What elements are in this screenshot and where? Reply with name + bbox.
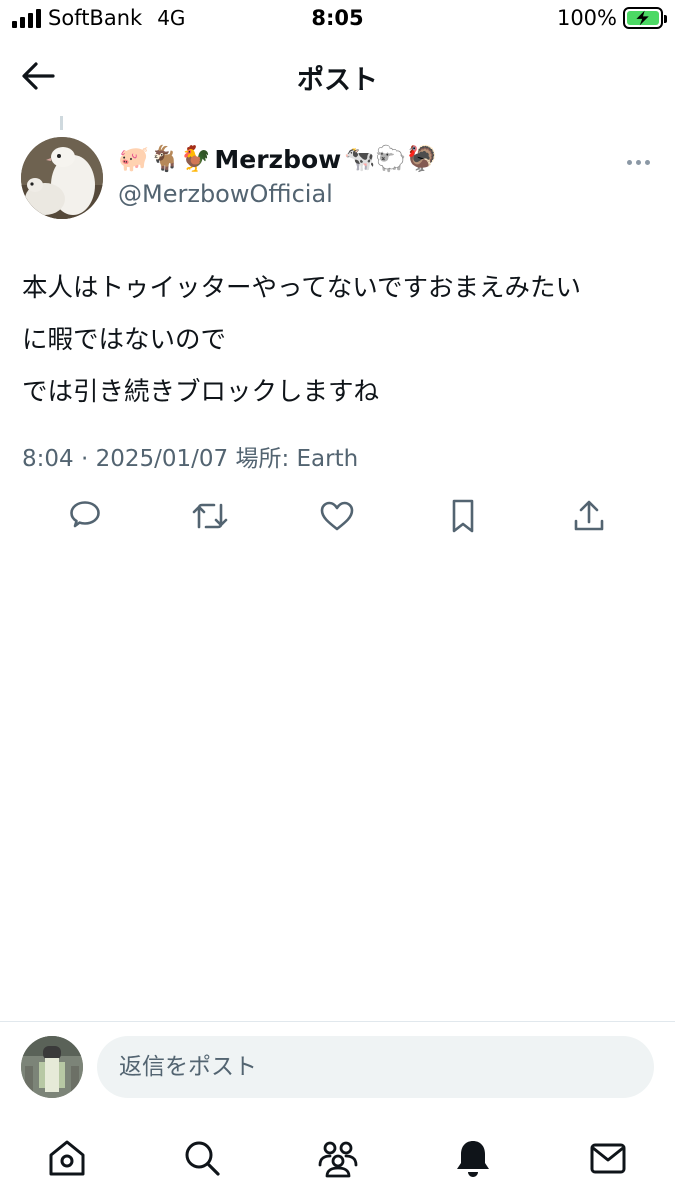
retweet-button[interactable] [188, 494, 232, 538]
like-icon [320, 501, 354, 531]
thread-connector-line [60, 116, 63, 130]
battery-icon [623, 7, 667, 29]
name-emoji-suffix: 🐄🐑🦃 [344, 144, 438, 173]
more-dot [626, 159, 632, 165]
dove-avatar-image [21, 137, 103, 219]
reply-button[interactable] [63, 494, 107, 538]
more-dot [635, 159, 641, 165]
share-icon [574, 500, 604, 531]
communities-icon [318, 1141, 358, 1178]
bottom-tab-bar [0, 1130, 675, 1186]
reply-icon [70, 501, 100, 528]
post-location[interactable]: 場所: Earth [235, 446, 358, 472]
tab-home[interactable] [39, 1130, 95, 1186]
charging-bolt-icon [636, 10, 649, 26]
tab-messages[interactable] [580, 1130, 636, 1186]
more-options-button[interactable] [620, 150, 656, 174]
share-button[interactable] [567, 494, 611, 538]
post-text-line: 本人はトゥイッターやってないですおまえみたい [22, 273, 581, 303]
post-text-line: に暇ではないので [22, 325, 227, 355]
post-text: 本人はトゥイッターやってないですおまえみたい に暇ではないので では引き続きブロ… [22, 262, 662, 418]
more-dot [644, 159, 650, 165]
author-avatar[interactable] [21, 137, 103, 219]
post-text-line: では引き続きブロックしますね [22, 377, 380, 407]
battery-percent: 100% [556, 6, 617, 30]
top-header: ポスト [0, 44, 675, 108]
status-bar-right: 100% [556, 6, 667, 30]
name-emoji-prefix: 🐖🐐🐓 [118, 144, 212, 173]
author-name: Merzbow [214, 144, 342, 174]
user-avatar-image [21, 1036, 83, 1098]
reply-bar-divider [0, 1021, 675, 1022]
retweet-icon [192, 503, 228, 529]
bookmark-icon [452, 499, 474, 533]
tab-notifications[interactable] [445, 1130, 501, 1186]
like-button[interactable] [315, 494, 359, 538]
reply-input[interactable] [97, 1036, 654, 1098]
bookmark-button[interactable] [441, 494, 485, 538]
search-icon [185, 1141, 220, 1176]
reply-input-container[interactable] [97, 1036, 654, 1098]
my-avatar[interactable] [21, 1036, 83, 1098]
tab-communities[interactable] [310, 1130, 366, 1186]
author-handle[interactable]: @MerzbowOfficial [118, 180, 333, 208]
notifications-icon [457, 1141, 489, 1177]
tab-search[interactable] [174, 1130, 230, 1186]
page-title: ポスト [297, 65, 378, 96]
post-timestamp: 8:04 · 2025/01/07 [22, 446, 229, 472]
home-icon [49, 1140, 85, 1176]
post-actions [0, 494, 675, 540]
post-meta: 8:04 · 2025/01/07 場所: Earth [22, 439, 358, 473]
author-name-row[interactable]: 🐖🐐🐓 Merzbow 🐄🐑🦃 [118, 144, 438, 174]
messages-icon [590, 1143, 626, 1174]
status-bar: SoftBank 4G 8:05 100% [0, 0, 675, 40]
